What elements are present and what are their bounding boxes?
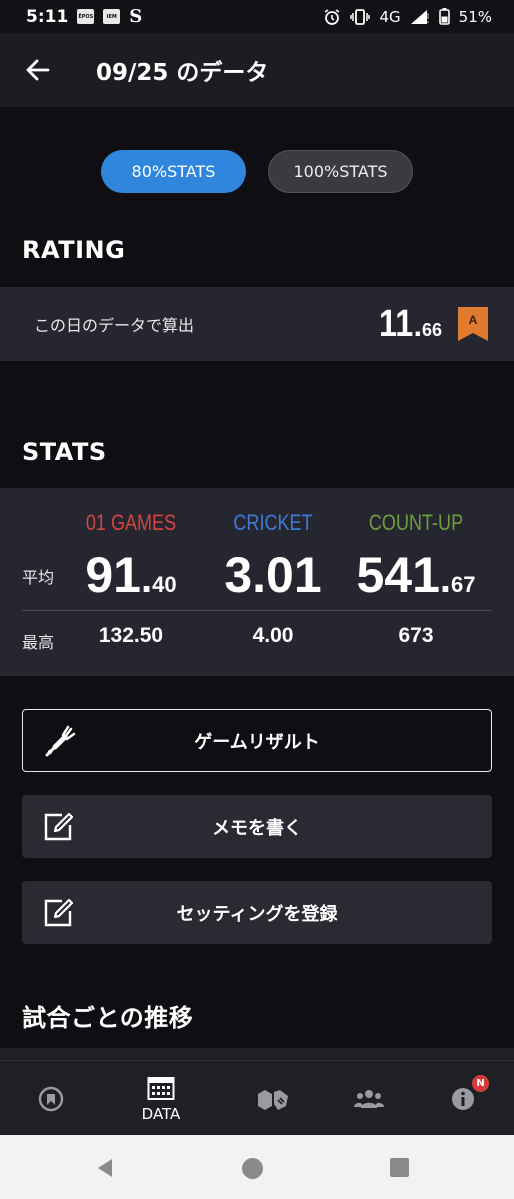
network-type: 4G bbox=[379, 7, 401, 26]
rating-row: この日のデータで算出 11 . 66 A bbox=[0, 287, 514, 361]
back-arrow-icon[interactable] bbox=[24, 56, 52, 84]
nav-data-label: DATA bbox=[141, 1104, 181, 1123]
stats-table: 01 GAMES CRICKET COUNT-UP 平均 91. 40 3.01 … bbox=[0, 488, 514, 676]
info-icon bbox=[452, 1087, 474, 1110]
battery-percent: 51% bbox=[458, 7, 492, 26]
page-title: 09/25 のデータ bbox=[96, 60, 269, 86]
column-cricket: CRICKET bbox=[233, 510, 313, 535]
avg-01-dot: . bbox=[141, 557, 153, 601]
trend-heading: 試合ごとの推移 bbox=[22, 1004, 194, 1032]
nav-info[interactable]: N bbox=[412, 1061, 514, 1136]
friends-icon bbox=[258, 1089, 288, 1110]
rating-value: 11 . 66 bbox=[373, 303, 442, 346]
register-setting-button[interactable]: セッティングを登録 bbox=[22, 881, 492, 944]
rating-label: この日のデータで算出 bbox=[34, 316, 195, 335]
dartboard-icon bbox=[38, 1086, 64, 1111]
nav-friends[interactable] bbox=[222, 1061, 324, 1136]
write-memo-button[interactable]: メモを書く bbox=[22, 795, 492, 858]
max-row-label: 最高 bbox=[22, 633, 55, 652]
dart-icon bbox=[45, 725, 76, 756]
stats-column-headers: 01 GAMES CRICKET COUNT-UP bbox=[0, 510, 514, 540]
calendar-data-icon bbox=[147, 1076, 175, 1100]
rating-value-dot: . bbox=[413, 309, 422, 343]
edit-note-icon bbox=[44, 812, 74, 840]
avg-01-dec: 40 bbox=[152, 572, 177, 597]
iem-app-icon: IEM bbox=[103, 9, 121, 24]
nav-group[interactable] bbox=[318, 1061, 420, 1136]
avg-cricket-int: 3.01 bbox=[224, 547, 322, 603]
notification-badge: N bbox=[472, 1075, 489, 1092]
battery-icon bbox=[438, 8, 450, 25]
status-bar: 5:11 ĒPOS IEM S 4G 51% bbox=[0, 0, 514, 33]
rating-value-dec: 66 bbox=[421, 319, 442, 340]
rank-badge-icon: A bbox=[458, 307, 488, 341]
avg-countup-dot: . bbox=[439, 557, 452, 601]
recents-square-icon[interactable] bbox=[389, 1157, 410, 1178]
toggle-100-stats[interactable]: 100%STATS bbox=[268, 150, 413, 193]
game-result-button[interactable]: ゲームリザルト bbox=[22, 709, 492, 772]
register-setting-label: セッティングを登録 bbox=[176, 903, 338, 925]
write-memo-label: メモを書く bbox=[212, 817, 302, 839]
group-icon bbox=[354, 1089, 384, 1108]
column-count-up: COUNT-UP bbox=[368, 510, 464, 535]
alarm-icon bbox=[325, 8, 340, 25]
s-app-icon: S bbox=[129, 6, 143, 27]
stats-heading: STATS bbox=[22, 438, 107, 466]
system-nav-bar bbox=[0, 1135, 514, 1199]
nav-home[interactable] bbox=[0, 1061, 102, 1136]
avg-01-games: 91. 40 bbox=[56, 546, 206, 604]
avg-01-int: 91 bbox=[85, 547, 141, 603]
max-count-up: 673 bbox=[398, 624, 434, 647]
game-result-label: ゲームリザルト bbox=[194, 731, 320, 753]
vibrate-icon bbox=[350, 8, 371, 25]
rating-value-int: 11 bbox=[379, 302, 414, 345]
rank-letter: A bbox=[469, 313, 478, 327]
avg-cricket: 3.01 bbox=[198, 546, 348, 604]
max-01-games: 132.50 bbox=[98, 624, 164, 647]
edit-note-icon bbox=[44, 898, 74, 926]
avg-countup-dec: 67 bbox=[451, 572, 476, 597]
rating-heading: RATING bbox=[22, 236, 126, 264]
max-cricket: 4.00 bbox=[252, 624, 294, 647]
toggle-80-stats[interactable]: 80%STATS bbox=[101, 150, 246, 193]
signal-icon bbox=[410, 9, 429, 24]
column-01-games: 01 GAMES bbox=[85, 510, 177, 535]
back-triangle-icon[interactable] bbox=[94, 1157, 116, 1179]
stats-mode-toggle: 80%STATS 100%STATS bbox=[0, 150, 514, 193]
trend-section-top bbox=[0, 1048, 514, 1060]
avg-countup-int: 541 bbox=[356, 547, 440, 603]
stats-divider bbox=[22, 610, 492, 611]
status-time: 5:11 bbox=[26, 6, 69, 27]
home-circle-icon[interactable] bbox=[241, 1157, 264, 1180]
avg-row-label: 平均 bbox=[22, 568, 55, 587]
app-bar: 09/25 のデータ bbox=[0, 33, 514, 107]
avg-count-up: 541. 67 bbox=[341, 546, 491, 604]
nav-data[interactable]: DATA bbox=[110, 1061, 212, 1136]
bottom-nav: DATA N bbox=[0, 1060, 514, 1135]
epos-app-icon: ĒPOS bbox=[77, 9, 95, 24]
